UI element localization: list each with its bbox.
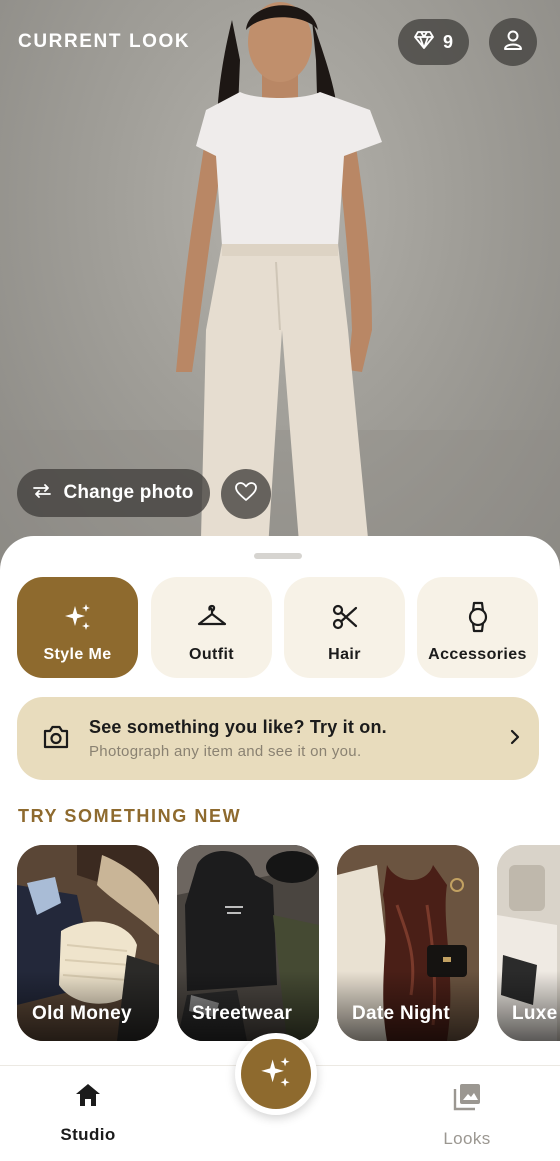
mode-selector: Style Me Outfit Hair Accessories: [17, 577, 539, 678]
nav-label: Studio: [60, 1125, 116, 1144]
style-card-streetwear[interactable]: Streetwear: [177, 845, 319, 1041]
mode-label: Hair: [328, 646, 361, 663]
heart-icon: [235, 481, 257, 507]
section-title: TRY SOMETHING NEW: [18, 806, 242, 826]
try-on-subtitle: Photograph any item and see it on you.: [89, 743, 362, 760]
style-card-label: Date Night: [352, 1003, 450, 1024]
photo-library-icon: [452, 1082, 482, 1117]
style-me-fab[interactable]: [235, 1033, 317, 1115]
current-look-photo: CURRENT LOOK 9 Change photo: [0, 0, 560, 580]
sparkles-icon: [63, 597, 93, 637]
hanger-icon: [197, 597, 227, 637]
diamond-icon: [414, 30, 434, 54]
nav-label: Looks: [443, 1129, 491, 1148]
style-card-luxe[interactable]: Luxe: [497, 845, 560, 1041]
user-icon: [502, 29, 524, 56]
style-card-label: Luxe: [512, 1003, 558, 1024]
scissors-icon: [331, 597, 359, 637]
page-title: CURRENT LOOK: [18, 31, 191, 52]
nav-studio[interactable]: Studio: [33, 1082, 143, 1145]
style-card-old-money[interactable]: Old Money: [17, 845, 159, 1041]
style-card-date-night[interactable]: Date Night: [337, 845, 479, 1041]
sparkles-icon: [259, 1055, 293, 1094]
style-card-label: Streetwear: [192, 1003, 293, 1024]
watch-icon: [466, 597, 490, 637]
style-cards-carousel[interactable]: Old Money Streetwear Date Night Luxe: [17, 845, 560, 1041]
camera-icon: [42, 724, 70, 755]
swap-arrows-icon: [33, 482, 52, 504]
mode-label: Accessories: [428, 646, 527, 663]
change-photo-label: Change photo: [63, 482, 194, 503]
gems-balance-button[interactable]: 9: [398, 19, 469, 65]
mode-label: Outfit: [188, 646, 235, 663]
nav-looks[interactable]: Looks: [412, 1082, 522, 1149]
favorite-button[interactable]: [221, 469, 271, 519]
try-it-on-banner[interactable]: See something you like? Try it on. Photo…: [17, 697, 539, 780]
mode-label: Style Me: [43, 646, 112, 663]
change-photo-button[interactable]: Change photo: [17, 469, 210, 517]
mode-style-me[interactable]: Style Me: [17, 577, 138, 678]
sheet-drag-handle[interactable]: [254, 553, 302, 559]
try-on-title: See something you like? Try it on.: [89, 717, 387, 737]
home-icon: [74, 1082, 102, 1113]
chevron-right-icon: [510, 729, 520, 750]
profile-button[interactable]: [489, 18, 537, 66]
gems-count: 9: [442, 31, 453, 52]
mode-outfit[interactable]: Outfit: [151, 577, 272, 678]
mode-accessories[interactable]: Accessories: [417, 577, 538, 678]
mode-hair[interactable]: Hair: [284, 577, 405, 678]
style-card-label: Old Money: [32, 1003, 132, 1024]
